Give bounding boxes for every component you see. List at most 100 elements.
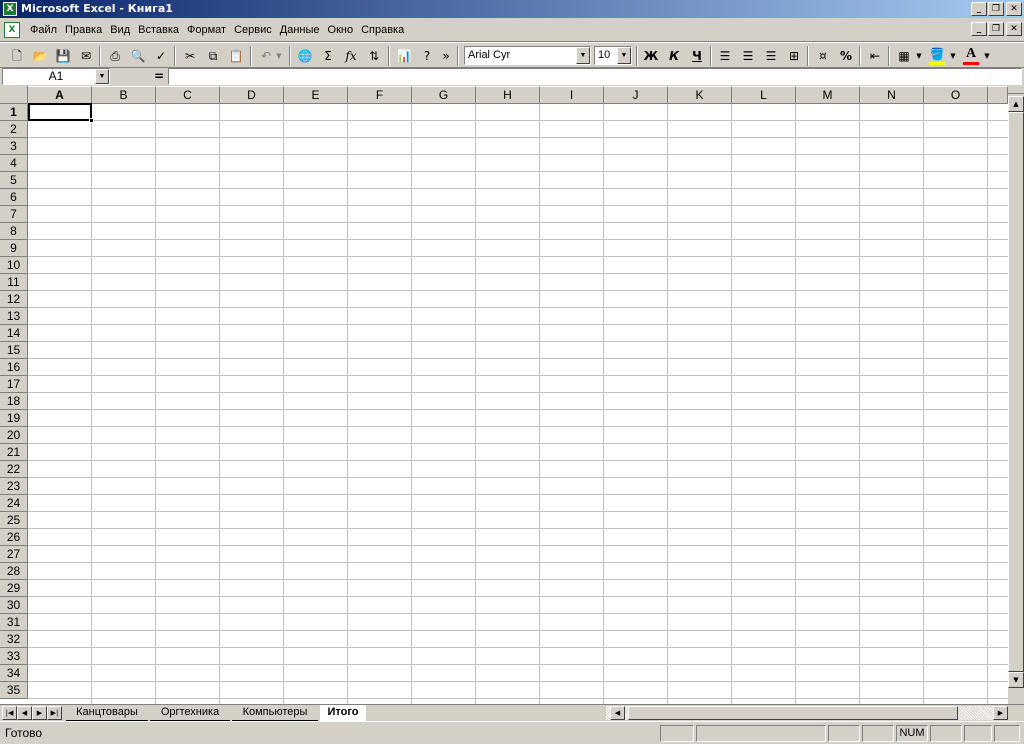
column-header[interactable]: F bbox=[348, 86, 412, 104]
chevron-down-icon[interactable]: ▼ bbox=[95, 69, 109, 84]
more-buttons-icon[interactable]: » bbox=[440, 45, 452, 67]
row-header[interactable]: 11 bbox=[0, 274, 28, 291]
currency-icon[interactable]: ¤ bbox=[812, 45, 834, 67]
row-header[interactable]: 30 bbox=[0, 597, 28, 614]
italic-button[interactable]: К bbox=[663, 45, 685, 67]
row-header[interactable]: 24 bbox=[0, 495, 28, 512]
row-header[interactable]: 12 bbox=[0, 291, 28, 308]
row-header[interactable]: 16 bbox=[0, 359, 28, 376]
column-header[interactable]: L bbox=[732, 86, 796, 104]
formula-input[interactable] bbox=[168, 68, 1022, 85]
doc-restore-button[interactable]: ❐ bbox=[988, 22, 1004, 36]
row-header[interactable]: 5 bbox=[0, 172, 28, 189]
menu-file[interactable]: Файл bbox=[26, 18, 61, 42]
horizontal-scroll-thumb[interactable] bbox=[628, 706, 958, 720]
menu-window[interactable]: Окно bbox=[324, 18, 358, 42]
row-header[interactable]: 10 bbox=[0, 257, 28, 274]
vertical-scroll-thumb[interactable] bbox=[1008, 112, 1024, 672]
row-header[interactable]: 8 bbox=[0, 223, 28, 240]
split-box[interactable] bbox=[1008, 86, 1024, 94]
print-preview-icon[interactable]: 🔍 bbox=[127, 45, 149, 67]
open-icon[interactable]: 📂 bbox=[29, 45, 51, 67]
hyperlink-icon[interactable]: 🌐 bbox=[294, 45, 316, 67]
font-color-icon[interactable]: A bbox=[960, 45, 982, 67]
select-all-button[interactable] bbox=[0, 86, 28, 104]
row-header[interactable]: 22 bbox=[0, 461, 28, 478]
borders-dropdown-icon[interactable]: ▼ bbox=[914, 45, 924, 67]
row-header[interactable]: 20 bbox=[0, 427, 28, 444]
row-header[interactable]: 13 bbox=[0, 308, 28, 325]
borders-icon[interactable]: ▦ bbox=[893, 45, 915, 67]
sheet-tab-4[interactable]: Итого bbox=[320, 705, 366, 721]
row-header[interactable]: 23 bbox=[0, 478, 28, 495]
scroll-left-icon[interactable]: ◀ bbox=[610, 706, 625, 720]
row-header[interactable]: 35 bbox=[0, 682, 28, 699]
row-header[interactable]: 3 bbox=[0, 138, 28, 155]
menu-view[interactable]: Вид bbox=[106, 18, 134, 42]
chevron-down-icon[interactable]: ▼ bbox=[576, 47, 590, 64]
row-header[interactable]: 31 bbox=[0, 614, 28, 631]
row-header[interactable]: 25 bbox=[0, 512, 28, 529]
column-header[interactable]: E bbox=[284, 86, 348, 104]
scroll-down-icon[interactable]: ▼ bbox=[1008, 672, 1024, 688]
menu-insert[interactable]: Вставка bbox=[134, 18, 183, 42]
column-header[interactable]: N bbox=[860, 86, 924, 104]
row-header[interactable]: 21 bbox=[0, 444, 28, 461]
prev-sheet-icon[interactable]: ◀ bbox=[17, 706, 32, 720]
row-header[interactable]: 2 bbox=[0, 121, 28, 138]
column-header[interactable]: B bbox=[92, 86, 156, 104]
font-size-select[interactable]: 10 ▼ bbox=[594, 46, 632, 65]
row-header[interactable]: 26 bbox=[0, 529, 28, 546]
worksheet-grid[interactable]: ABCDEFGHIJKLMNO 1 2 3 4 5 6 7 8 9 10 11 12 13 14 15 16 1… bbox=[0, 86, 1008, 704]
cut-icon[interactable]: ✂ bbox=[179, 45, 201, 67]
menu-edit[interactable]: Правка bbox=[61, 18, 106, 42]
doc-close-button[interactable]: ✕ bbox=[1006, 22, 1022, 36]
save-icon[interactable]: 💾 bbox=[52, 45, 74, 67]
scroll-up-icon[interactable]: ▲ bbox=[1008, 96, 1024, 112]
function-icon[interactable]: fx bbox=[340, 45, 362, 67]
name-box[interactable]: A1 ▼ bbox=[2, 68, 110, 85]
office-assistant-icon[interactable]: ? bbox=[416, 45, 438, 67]
menu-data[interactable]: Данные bbox=[276, 18, 324, 42]
doc-minimize-button[interactable]: _ bbox=[971, 22, 987, 36]
cells-area[interactable] bbox=[28, 104, 1008, 704]
decrease-indent-icon[interactable]: ⇤ bbox=[864, 45, 886, 67]
excel-icon[interactable]: X bbox=[3, 2, 17, 16]
spelling-icon[interactable]: ✓ bbox=[150, 45, 172, 67]
row-header[interactable]: 4 bbox=[0, 155, 28, 172]
row-header[interactable]: 1 bbox=[0, 104, 28, 121]
fill-color-dropdown-icon[interactable]: ▼ bbox=[948, 45, 958, 67]
row-header[interactable]: 14 bbox=[0, 325, 28, 342]
column-header[interactable]: C bbox=[156, 86, 220, 104]
paste-icon[interactable]: 📋 bbox=[225, 45, 247, 67]
column-header[interactable]: H bbox=[476, 86, 540, 104]
underline-button[interactable]: Ч bbox=[686, 45, 708, 67]
email-icon[interactable]: ✉ bbox=[75, 45, 97, 67]
last-sheet-icon[interactable]: ▶| bbox=[47, 706, 62, 720]
minimize-button[interactable]: _ bbox=[971, 2, 987, 16]
menu-tools[interactable]: Сервис bbox=[230, 18, 276, 42]
edit-formula-button[interactable]: = bbox=[152, 68, 166, 85]
row-header[interactable]: 27 bbox=[0, 546, 28, 563]
column-header[interactable]: A bbox=[28, 86, 92, 104]
print-icon[interactable]: ⎙ bbox=[104, 45, 126, 67]
column-header[interactable]: J bbox=[604, 86, 668, 104]
close-button[interactable]: ✕ bbox=[1006, 2, 1022, 16]
row-header[interactable]: 6 bbox=[0, 189, 28, 206]
first-sheet-icon[interactable]: |◀ bbox=[2, 706, 17, 720]
active-cell[interactable] bbox=[28, 103, 94, 123]
vertical-scrollbar[interactable]: ▲ ▼ bbox=[1008, 86, 1024, 704]
restore-button[interactable]: ❐ bbox=[988, 2, 1004, 16]
column-header[interactable]: K bbox=[668, 86, 732, 104]
chart-wizard-icon[interactable]: 📊 bbox=[393, 45, 415, 67]
fill-color-icon[interactable]: 🪣 bbox=[926, 45, 948, 67]
row-header[interactable]: 9 bbox=[0, 240, 28, 257]
chevron-down-icon[interactable]: ▼ bbox=[617, 47, 631, 64]
font-name-select[interactable]: Arial Cyr ▼ bbox=[464, 46, 591, 65]
next-sheet-icon[interactable]: ▶ bbox=[32, 706, 47, 720]
row-header[interactable]: 19 bbox=[0, 410, 28, 427]
scroll-right-icon[interactable]: ▶ bbox=[993, 706, 1008, 720]
sheet-tab-1[interactable]: Канцтовары bbox=[66, 705, 148, 721]
row-header[interactable]: 18 bbox=[0, 393, 28, 410]
align-center-icon[interactable]: ☰ bbox=[737, 45, 759, 67]
